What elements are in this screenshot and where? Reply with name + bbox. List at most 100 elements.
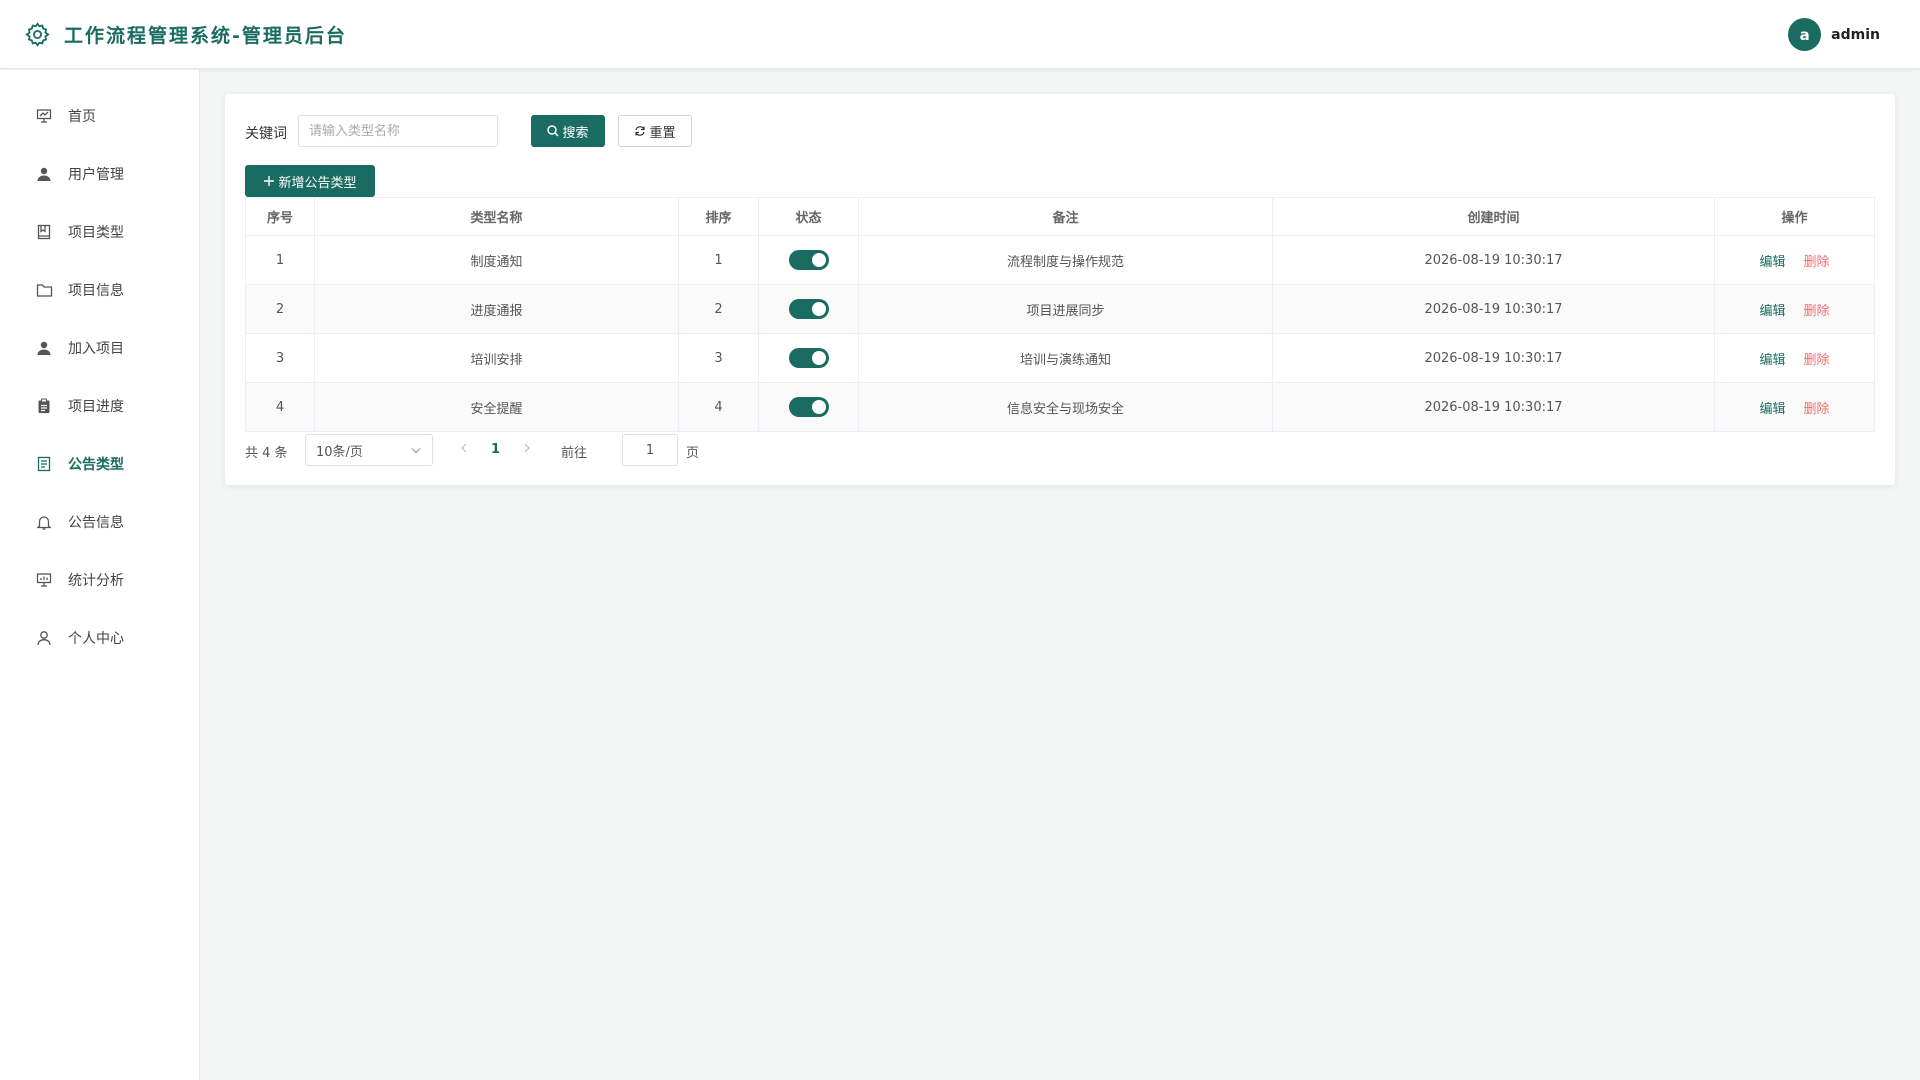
user-menu[interactable]: a admin — [1788, 18, 1880, 51]
cell-sort: 2 — [679, 285, 759, 333]
cell-actions: 编辑 删除 — [1715, 236, 1875, 284]
search-input[interactable] — [298, 115, 498, 147]
sidebar-item-label: 用户管理 — [68, 167, 124, 183]
sidebar-item-label: 公告类型 — [68, 457, 124, 473]
chevron-down-icon — [410, 444, 422, 460]
page-size-value: 10条/页 — [316, 444, 363, 460]
cell-sort: 3 — [679, 334, 759, 382]
sidebar-item-statistics[interactable]: 统计分析 — [0, 551, 199, 609]
search-button[interactable]: 搜索 — [531, 115, 605, 147]
add-button-label: 新增公告类型 — [278, 175, 357, 191]
status-toggle[interactable] — [788, 250, 829, 270]
sidebar-item-profile[interactable]: 个人中心 — [0, 609, 199, 667]
user-plus-icon — [34, 338, 54, 358]
sidebar-item-project-info[interactable]: 项目信息 — [0, 261, 199, 319]
prev-page-button[interactable] — [459, 442, 469, 458]
page-suffix: 页 — [686, 446, 700, 461]
cell-remark: 培训与演练通知 — [859, 334, 1273, 382]
sidebar-item-users[interactable]: 用户管理 — [0, 145, 199, 203]
cell-actions: 编辑 删除 — [1715, 334, 1875, 382]
cell-status — [759, 236, 859, 284]
pagination: 共 4 条 10条/页 1 前往 页 — [245, 434, 845, 466]
sidebar-item-label: 项目进度 — [68, 399, 124, 415]
status-toggle[interactable] — [788, 299, 829, 319]
folder-icon — [34, 280, 54, 300]
col-header-remark: 备注 — [859, 198, 1273, 235]
delete-link[interactable]: 删除 — [1804, 300, 1830, 319]
search-icon — [547, 125, 559, 137]
cell-status — [759, 383, 859, 431]
sidebar-item-label: 首页 — [68, 109, 96, 125]
sidebar-item-label: 加入项目 — [68, 341, 124, 357]
pagination-total: 共 4 条 — [245, 446, 288, 461]
notebook-icon — [34, 222, 54, 242]
gear-icon — [24, 21, 51, 48]
sidebar-item-label: 公告信息 — [68, 515, 124, 531]
delete-link[interactable]: 删除 — [1804, 251, 1830, 270]
cell-index: 3 — [245, 334, 315, 382]
cell-name: 进度通报 — [315, 285, 679, 333]
table-header-row: 序号 类型名称 排序 状态 备注 创建时间 操作 — [245, 197, 1875, 236]
cell-index: 1 — [245, 236, 315, 284]
goto-page-input[interactable] — [622, 434, 678, 466]
avatar[interactable]: a — [1788, 18, 1822, 51]
cell-created: 2026-08-19 10:30:17 — [1273, 334, 1715, 382]
top-header: 工作流程管理系统-管理员后台 a admin — [0, 0, 1920, 69]
col-header-sort: 排序 — [679, 198, 759, 235]
cell-name: 安全提醒 — [315, 383, 679, 431]
sidebar-item-home[interactable]: 首页 — [0, 87, 199, 145]
cell-created: 2026-08-19 10:30:17 — [1273, 236, 1715, 284]
cell-sort: 1 — [679, 236, 759, 284]
sidebar-item-label: 项目信息 — [68, 283, 124, 299]
cell-remark: 流程制度与操作规范 — [859, 236, 1273, 284]
status-toggle[interactable] — [788, 348, 829, 368]
sidebar-item-project-progress[interactable]: 项目进度 — [0, 377, 199, 435]
next-page-button[interactable] — [522, 442, 532, 458]
col-header-actions: 操作 — [1715, 198, 1875, 235]
cell-created: 2026-08-19 10:30:17 — [1273, 285, 1715, 333]
edit-link[interactable]: 编辑 — [1759, 349, 1785, 368]
cell-remark: 项目进展同步 — [859, 285, 1273, 333]
table-row: 2 进度通报 2 项目进展同步 2026-08-19 10:30:17 编辑 删… — [245, 285, 1875, 334]
keyword-label: 关键词 — [245, 126, 287, 142]
status-toggle[interactable] — [788, 397, 829, 417]
page-number-current[interactable]: 1 — [491, 442, 500, 457]
sidebar-item-join-project[interactable]: 加入项目 — [0, 319, 199, 377]
chart-board-icon — [34, 570, 54, 590]
main-card: 关键词 搜索 重置 新增公告类型 序号 类型名称 排序 状态 备注 创建时间 操… — [225, 94, 1895, 485]
table-row: 4 安全提醒 4 信息安全与现场安全 2026-08-19 10:30:17 编… — [245, 383, 1875, 432]
sidebar-item-label: 统计分析 — [68, 573, 124, 589]
cell-status — [759, 285, 859, 333]
user-icon — [34, 164, 54, 184]
cell-name: 制度通知 — [315, 236, 679, 284]
edit-link[interactable]: 编辑 — [1759, 398, 1785, 417]
document-icon — [34, 454, 54, 474]
edit-link[interactable]: 编辑 — [1759, 300, 1785, 319]
cell-index: 4 — [245, 383, 315, 431]
delete-link[interactable]: 删除 — [1804, 349, 1830, 368]
sidebar-item-project-types[interactable]: 项目类型 — [0, 203, 199, 261]
notice-type-table: 序号 类型名称 排序 状态 备注 创建时间 操作 1 制度通知 1 流程制度与操… — [245, 197, 1875, 432]
table-row: 1 制度通知 1 流程制度与操作规范 2026-08-19 10:30:17 编… — [245, 236, 1875, 285]
edit-link[interactable]: 编辑 — [1759, 251, 1785, 270]
search-button-label: 搜索 — [562, 125, 589, 141]
page-size-select[interactable]: 10条/页 — [305, 434, 433, 466]
clipboard-icon — [34, 396, 54, 416]
plus-icon — [263, 175, 275, 187]
table-row: 3 培训安排 3 培训与演练通知 2026-08-19 10:30:17 编辑 … — [245, 334, 1875, 383]
cell-sort: 4 — [679, 383, 759, 431]
sidebar-item-label: 项目类型 — [68, 225, 124, 241]
cell-created: 2026-08-19 10:30:17 — [1273, 383, 1715, 431]
reset-button[interactable]: 重置 — [618, 115, 692, 147]
user-outline-icon — [34, 628, 54, 648]
col-header-index: 序号 — [245, 198, 315, 235]
cell-index: 2 — [245, 285, 315, 333]
goto-label: 前往 — [561, 446, 588, 461]
sidebar-item-notice-info[interactable]: 公告信息 — [0, 493, 199, 551]
cell-actions: 编辑 删除 — [1715, 383, 1875, 431]
delete-link[interactable]: 删除 — [1804, 398, 1830, 417]
refresh-icon — [634, 125, 646, 137]
username[interactable]: admin — [1831, 27, 1880, 43]
add-notice-type-button[interactable]: 新增公告类型 — [245, 165, 375, 197]
sidebar-item-notice-types[interactable]: 公告类型 — [0, 435, 199, 493]
